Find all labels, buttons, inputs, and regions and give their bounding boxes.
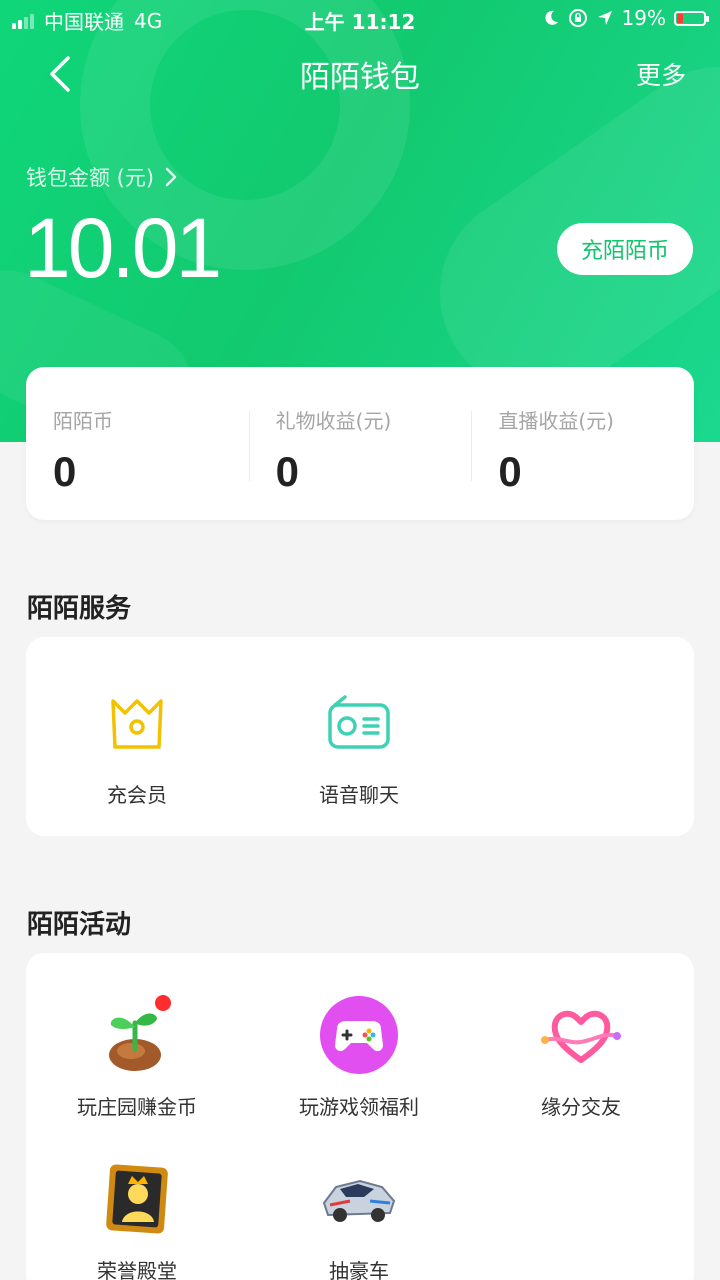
chevron-right-icon [165, 167, 177, 187]
stat-gift-income[interactable]: 礼物收益(元) 0 [248, 367, 472, 520]
race-car-icon [322, 1179, 396, 1222]
battery-icon [674, 10, 709, 26]
rotation-lock-icon [568, 9, 587, 27]
balance-amount: 10.01 [24, 201, 222, 295]
service-label: 语音聊天 [319, 783, 399, 807]
stat-value: 0 [498, 448, 522, 495]
balance-label: 钱包金额 (元) [26, 166, 155, 190]
status-bar: 中国联通 4G 上午 11:12 19% [0, 0, 720, 38]
activities-card: 玩庄园赚金币 玩游戏领福利 缘分交友 荣誉殿堂 抽豪车 [26, 953, 694, 1280]
recharge-coins-button[interactable]: 充陌陌币 [557, 223, 693, 275]
service-item-vip[interactable]: 充会员 [26, 681, 248, 808]
activities-section-title: 陌陌活动 [27, 910, 132, 940]
moon-icon [544, 10, 558, 25]
chevron-left-icon [50, 56, 70, 92]
stat-label: 陌陌币 [53, 409, 113, 433]
activity-label: 荣誉殿堂 [97, 1259, 177, 1280]
activity-label: 抽豪车 [329, 1259, 389, 1280]
stats-card: 陌陌币 0 礼物收益(元) 0 直播收益(元) 0 [26, 367, 694, 520]
stat-momo-coins[interactable]: 陌陌币 0 [26, 367, 249, 520]
activity-label: 玩庄园赚金币 [77, 1095, 197, 1119]
balance-label-link[interactable]: 钱包金额 (元) [26, 162, 178, 192]
activity-item-farm[interactable]: 玩庄园赚金币 [26, 993, 248, 1120]
activity-item-honor[interactable]: 荣誉殿堂 [26, 1157, 248, 1280]
back-button[interactable] [44, 54, 80, 94]
crown-icon [111, 699, 163, 749]
stat-value: 0 [275, 448, 300, 495]
location-icon [597, 11, 612, 25]
more-button[interactable]: 更多 [636, 56, 686, 92]
service-label: 充会员 [107, 783, 167, 807]
heart-icon [541, 1010, 621, 1063]
service-item-voice-chat[interactable]: 语音聊天 [248, 681, 470, 808]
radio-icon [328, 695, 390, 749]
activity-item-car-lottery[interactable]: 抽豪车 [248, 1157, 470, 1280]
wallet-page: 中国联通 4G 上午 11:12 19% 陌陌钱包 更多 钱包金额 (元) 10… [0, 0, 720, 1280]
activity-item-dating[interactable]: 缘分交友 [470, 993, 692, 1120]
services-card: 充会员 语音聊天 [26, 637, 694, 836]
stat-live-income[interactable]: 直播收益(元) 0 [471, 367, 694, 520]
stat-value: 0 [53, 448, 77, 495]
gamepad-icon [320, 996, 398, 1074]
battery-percent: 19% [621, 6, 666, 30]
sprout-icon [109, 995, 171, 1071]
stat-label: 礼物收益(元) [275, 409, 392, 433]
services-section-title: 陌陌服务 [27, 594, 132, 624]
activity-label: 缘分交友 [541, 1095, 621, 1119]
stat-label: 直播收益(元) [498, 409, 614, 433]
activity-item-games[interactable]: 玩游戏领福利 [248, 993, 470, 1120]
activity-label: 玩游戏领福利 [299, 1095, 419, 1119]
honor-frame-icon [106, 1164, 168, 1234]
